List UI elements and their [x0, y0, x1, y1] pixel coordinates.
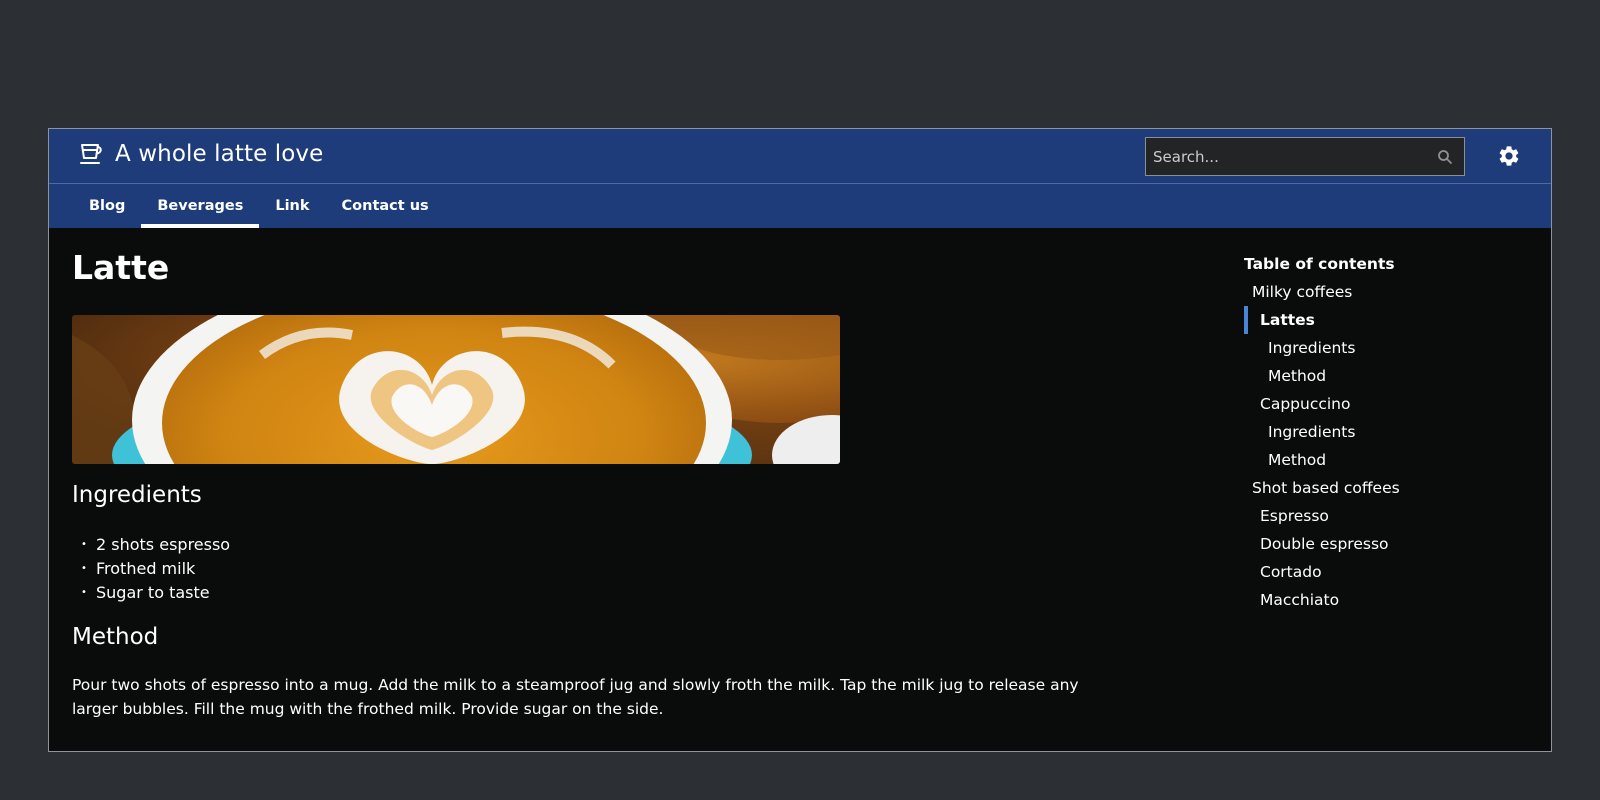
- toc-item-cappuccino-ingredients[interactable]: Ingredients: [1244, 418, 1524, 446]
- toc-item-cortado[interactable]: Cortado: [1244, 558, 1524, 586]
- gear-icon[interactable]: [1497, 144, 1521, 168]
- nav-item-link[interactable]: Link: [259, 184, 325, 228]
- toc-item-espresso[interactable]: Espresso: [1244, 502, 1524, 530]
- main-content: Latte Ingredients • 2 shots espresso • F…: [49, 228, 1551, 751]
- toc-item-macchiato[interactable]: Macchiato: [1244, 586, 1524, 614]
- latte-hero-image: [72, 315, 840, 464]
- toc-item-double-espresso[interactable]: Double espresso: [1244, 530, 1524, 558]
- nav-item-beverages[interactable]: Beverages: [141, 184, 260, 228]
- list-item: • 2 shots espresso: [81, 534, 231, 554]
- nav-item-blog[interactable]: Blog: [73, 184, 141, 228]
- method-paragraph: Pour two shots of espresso into a mug. A…: [72, 676, 1079, 718]
- toc-item-lattes[interactable]: Lattes: [1244, 306, 1524, 334]
- search-box: [1145, 137, 1465, 176]
- toc-item-cappuccino-method[interactable]: Method: [1244, 446, 1524, 474]
- ingredients-list: • 2 shots espresso • Frothed milk • Sugar t…: [72, 532, 230, 604]
- coffee-cup-icon: [79, 141, 105, 167]
- nav-item-contact-us[interactable]: Contact us: [326, 184, 445, 228]
- toc-item-milky-coffees[interactable]: Milky coffees: [1244, 278, 1524, 306]
- app-window: A whole latte love Blog Beverages Link C…: [48, 128, 1552, 752]
- list-item: • Frothed milk: [81, 558, 196, 578]
- toc-title: Table of contents: [1244, 255, 1395, 273]
- method-heading: Method: [72, 624, 159, 650]
- site-title: A whole latte love: [115, 141, 324, 167]
- page-title: Latte: [72, 248, 170, 287]
- table-of-contents: Table of contents Milky coffees Lattes I…: [1244, 252, 1524, 614]
- brand[interactable]: A whole latte love: [79, 141, 323, 167]
- toc-item-lattes-method[interactable]: Method: [1244, 362, 1524, 390]
- toc-item-shot-based-coffees[interactable]: Shot based coffees: [1244, 474, 1524, 502]
- main-nav: Blog Beverages Link Contact us: [49, 184, 1551, 228]
- ingredients-heading: Ingredients: [72, 482, 202, 508]
- top-header: A whole latte love: [49, 129, 1551, 184]
- search-icon[interactable]: [1430, 149, 1460, 165]
- list-item: • Sugar to taste: [81, 582, 210, 602]
- search-input[interactable]: [1146, 138, 1430, 175]
- toc-item-lattes-ingredients[interactable]: Ingredients: [1244, 334, 1524, 362]
- toc-item-cappuccino[interactable]: Cappuccino: [1244, 390, 1524, 418]
